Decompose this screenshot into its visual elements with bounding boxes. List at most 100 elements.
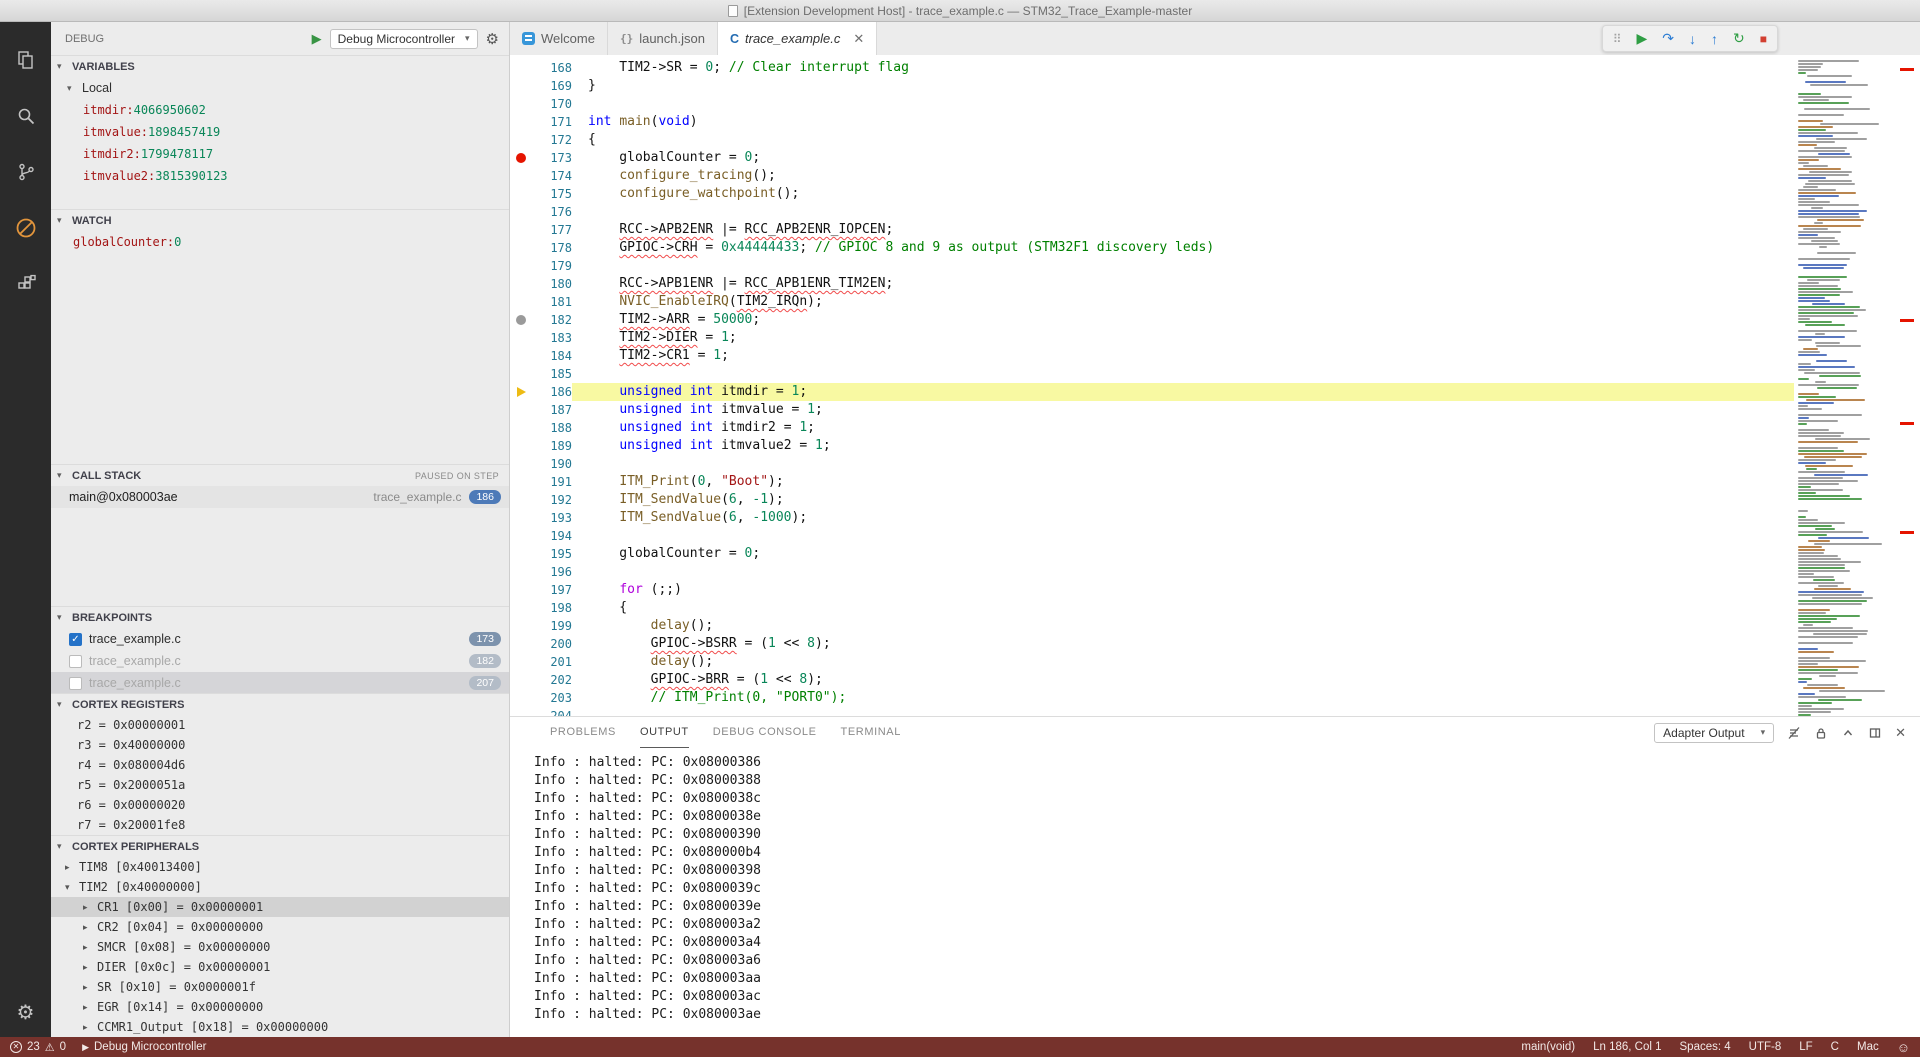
variable-row[interactable]: itmdir4066950602 xyxy=(51,99,509,121)
line-number[interactable]: 204 xyxy=(532,707,572,716)
line-number[interactable]: 176 xyxy=(532,203,572,221)
gutter-glyph[interactable] xyxy=(510,635,532,653)
code-line[interactable]: 199 delay(); xyxy=(510,617,1794,635)
gutter-glyph[interactable] xyxy=(510,383,532,401)
scope-local[interactable]: ▾ Local xyxy=(51,77,509,99)
code-line[interactable]: 195 globalCounter = 0; xyxy=(510,545,1794,563)
line-number[interactable]: 168 xyxy=(532,59,572,77)
drag-handle-icon[interactable]: ⠿ xyxy=(1613,32,1622,46)
code-line[interactable]: 186 unsigned int itmdir = 1; xyxy=(510,383,1794,401)
code-line[interactable]: 194 xyxy=(510,527,1794,545)
overview-ruler[interactable] xyxy=(1890,55,1920,716)
line-number[interactable]: 172 xyxy=(532,131,572,149)
line-number[interactable]: 201 xyxy=(532,653,572,671)
cursor-position[interactable]: Ln 186, Col 1 xyxy=(1593,1041,1661,1053)
variable-row[interactable]: itmvalue23815390123 xyxy=(51,165,509,187)
breakpoint-row[interactable]: ✓trace_example.c173 xyxy=(51,628,509,650)
line-number[interactable]: 178 xyxy=(532,239,572,257)
settings-gear-icon[interactable]: ⚙ xyxy=(17,1000,35,1025)
line-number[interactable]: 180 xyxy=(532,275,572,293)
indentation[interactable]: Spaces: 4 xyxy=(1680,1041,1731,1053)
peripheral-row[interactable]: ▸EGR [0x14] = 0x00000000 xyxy=(51,997,509,1017)
line-number[interactable]: 200 xyxy=(532,635,572,653)
code-line[interactable]: 169} xyxy=(510,77,1794,95)
breakpoint-dot[interactable] xyxy=(516,153,526,163)
code-line[interactable]: 184 TIM2->CR1 = 1; xyxy=(510,347,1794,365)
tab-terminal[interactable]: TERMINAL xyxy=(841,717,901,748)
stack-frame-row[interactable]: main@0x080003aetrace_example.c186 xyxy=(51,486,509,508)
code-line[interactable]: 187 unsigned int itmvalue = 1; xyxy=(510,401,1794,419)
code-line[interactable]: 170 xyxy=(510,95,1794,113)
gutter-glyph[interactable] xyxy=(510,617,532,635)
register-row[interactable]: r4 = 0x080004d6 xyxy=(51,755,509,775)
code-line[interactable]: 179 xyxy=(510,257,1794,275)
gutter-glyph[interactable] xyxy=(510,473,532,491)
code-line[interactable]: 185 xyxy=(510,365,1794,383)
extensions-icon[interactable] xyxy=(0,256,51,312)
problems-indicator[interactable]: ✕ 23 ⚠ 0 xyxy=(10,1041,66,1054)
code-line[interactable]: 200 GPIOC->BSRR = (1 << 8); xyxy=(510,635,1794,653)
gutter-glyph[interactable] xyxy=(510,329,532,347)
code-line[interactable]: 198 { xyxy=(510,599,1794,617)
line-number[interactable]: 189 xyxy=(532,437,572,455)
debug-status[interactable]: ▶ Debug Microcontroller xyxy=(82,1041,206,1053)
code-line[interactable]: 203 // ITM_Print(0, "PORT0"); xyxy=(510,689,1794,707)
peripheral-row[interactable]: ▸TIM8 [0x40013400] xyxy=(51,857,509,877)
gutter-glyph[interactable] xyxy=(510,671,532,689)
close-panel-icon[interactable]: ✕ xyxy=(1895,725,1906,741)
clear-output-icon[interactable] xyxy=(1787,726,1801,740)
gutter-glyph[interactable] xyxy=(510,491,532,509)
gutter-glyph[interactable] xyxy=(510,149,532,167)
line-number[interactable]: 192 xyxy=(532,491,572,509)
code-line[interactable]: 190 xyxy=(510,455,1794,473)
gutter-glyph[interactable] xyxy=(510,689,532,707)
tab-launch-json[interactable]: {} launch.json xyxy=(608,22,718,55)
code-line[interactable]: 182 TIM2->ARR = 50000; xyxy=(510,311,1794,329)
gutter-glyph[interactable] xyxy=(510,95,532,113)
gutter-glyph[interactable] xyxy=(510,545,532,563)
line-number[interactable]: 196 xyxy=(532,563,572,581)
gutter-glyph[interactable] xyxy=(510,293,532,311)
line-number[interactable]: 198 xyxy=(532,599,572,617)
title-bar[interactable]: [Extension Development Host] - trace_exa… xyxy=(0,0,1920,22)
peripheral-row[interactable]: ▸SR [0x10] = 0x0000001f xyxy=(51,977,509,997)
search-icon[interactable] xyxy=(0,88,51,144)
panel-layout-icon[interactable] xyxy=(1868,726,1882,740)
tab-problems[interactable]: PROBLEMS xyxy=(550,717,616,748)
maximize-panel-icon[interactable] xyxy=(1841,726,1855,740)
gutter-glyph[interactable] xyxy=(510,257,532,275)
step-out-button[interactable]: ↑ xyxy=(1711,31,1718,47)
code-line[interactable]: 168 TIM2->SR = 0; // Clear interrupt fla… xyxy=(510,59,1794,77)
tab-welcome[interactable]: Welcome xyxy=(510,22,608,55)
line-number[interactable]: 199 xyxy=(532,617,572,635)
breakpoints-header[interactable]: ▾ BREAKPOINTS xyxy=(51,606,509,628)
line-number[interactable]: 177 xyxy=(532,221,572,239)
line-number[interactable]: 170 xyxy=(532,95,572,113)
peripheral-row[interactable]: ▾TIM2 [0x40000000] xyxy=(51,877,509,897)
line-number[interactable]: 203 xyxy=(532,689,572,707)
watch-header[interactable]: ▾ WATCH xyxy=(51,209,509,231)
os-indicator[interactable]: Mac xyxy=(1857,1041,1879,1053)
disabled-breakpoint-dot[interactable] xyxy=(516,315,526,325)
debug-config-select[interactable]: Debug Microcontroller ▾ xyxy=(330,29,478,49)
line-number[interactable]: 195 xyxy=(532,545,572,563)
code-line[interactable]: 202 GPIOC->BRR = (1 << 8); xyxy=(510,671,1794,689)
code-line[interactable]: 175 configure_watchpoint(); xyxy=(510,185,1794,203)
code-line[interactable]: 181 NVIC_EnableIRQ(TIM2_IRQn); xyxy=(510,293,1794,311)
gutter-glyph[interactable] xyxy=(510,167,532,185)
line-number[interactable]: 185 xyxy=(532,365,572,383)
line-number[interactable]: 188 xyxy=(532,419,572,437)
gutter-glyph[interactable] xyxy=(510,599,532,617)
register-row[interactable]: r6 = 0x00000020 xyxy=(51,795,509,815)
gutter-glyph[interactable] xyxy=(510,185,532,203)
code-line[interactable]: 188 unsigned int itmdir2 = 1; xyxy=(510,419,1794,437)
code-line[interactable]: 172{ xyxy=(510,131,1794,149)
cortex-peripherals-header[interactable]: ▾ CORTEX PERIPHERALS xyxy=(51,835,509,857)
code-line[interactable]: 191 ITM_Print(0, "Boot"); xyxy=(510,473,1794,491)
register-row[interactable]: r5 = 0x2000051a xyxy=(51,775,509,795)
line-number[interactable]: 182 xyxy=(532,311,572,329)
line-number[interactable]: 169 xyxy=(532,77,572,95)
code-line[interactable]: 180 RCC->APB1ENR |= RCC_APB1ENR_TIM2EN; xyxy=(510,275,1794,293)
breakpoint-row[interactable]: trace_example.c207 xyxy=(51,672,509,693)
variable-row[interactable]: itmdir21799478117 xyxy=(51,143,509,165)
